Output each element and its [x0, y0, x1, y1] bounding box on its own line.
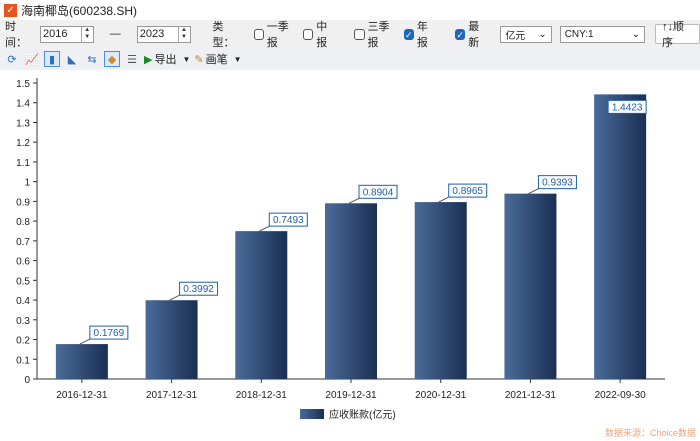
dropdown-arrow-icon[interactable]: ▼: [182, 55, 190, 64]
y-tick-label: 0.9: [16, 197, 30, 208]
y-tick-label: 0.3: [16, 316, 30, 327]
legend-label: 应收账款(亿元): [329, 408, 396, 421]
y-tick-label: 0.1: [16, 355, 30, 366]
checkbox-label: 三季报: [367, 21, 390, 49]
data-label-leader: [348, 197, 360, 204]
bar[interactable]: [325, 203, 377, 379]
spin-buttons[interactable]: ▲ ▼: [177, 26, 190, 42]
export-icon: ▶: [144, 53, 153, 66]
bar-chart-icon[interactable]: ▮: [44, 51, 60, 67]
bar[interactable]: [145, 300, 198, 379]
currency-select[interactable]: CNY:1 ⌄: [559, 25, 645, 43]
x-tick-label: 2016-12-31: [56, 390, 108, 401]
checkbox-box[interactable]: ✓: [455, 28, 466, 40]
data-label-leader: [79, 338, 91, 345]
checkbox-4[interactable]: ✓ 最新: [455, 18, 488, 50]
y-tick-label: 0.7: [16, 237, 30, 248]
bar[interactable]: [594, 94, 647, 379]
data-label: 0.8904: [363, 187, 394, 198]
x-tick-label: 2020-12-31: [415, 390, 467, 401]
y-tick-label: 1.1: [16, 158, 30, 169]
x-tick-label: 2018-12-31: [236, 390, 288, 401]
y-tick-label: 1.3: [16, 118, 30, 129]
range-dash: —: [109, 28, 121, 40]
y-tick-label: 1.4: [16, 99, 30, 110]
pen-button[interactable]: ✎ 画笔 ▼: [194, 51, 241, 67]
unit-value: 亿元: [505, 30, 526, 42]
window-title: 海南椰岛(600238.SH): [21, 3, 138, 18]
watermark: 数据来源：Choice数据: [604, 428, 696, 438]
pencil-icon: ✎: [194, 53, 204, 66]
checkbox-1[interactable]: 中报: [302, 18, 336, 50]
app-logo-icon: ✓: [4, 3, 17, 17]
x-tick-label: 2021-12-31: [505, 390, 557, 401]
area-chart-icon[interactable]: ◣: [64, 51, 80, 67]
checkbox-label: 最新: [468, 21, 480, 49]
checkbox-label: 年报: [416, 21, 428, 49]
filter-bar: 时间： 2016 ▲ ▼ — 2023 ▲ ▼ 类型： 一季报 中报 三季报 ✓ 年报 ✓ 最新 亿…: [0, 18, 700, 50]
list-icon[interactable]: ☰: [124, 51, 140, 67]
bar[interactable]: [414, 202, 467, 379]
y-tick-label: 0.5: [16, 276, 30, 287]
spin-buttons[interactable]: ▲ ▼: [80, 26, 93, 42]
checkbox-label: 中报: [316, 21, 328, 49]
y-tick-label: 0.6: [16, 257, 30, 268]
pen-label: 画笔: [205, 54, 228, 66]
title-bar: ✓ 海南椰岛(600238.SH): [0, 0, 700, 20]
type-label: 类型：: [212, 21, 235, 49]
checkbox-box[interactable]: [302, 28, 314, 40]
data-label: 1.4423: [612, 102, 643, 113]
start-year-spinner[interactable]: 2016 ▲ ▼: [40, 25, 94, 43]
line-chart-icon[interactable]: 📈: [24, 51, 40, 67]
checkbox-3[interactable]: ✓ 年报: [403, 18, 437, 50]
sort-button[interactable]: ↑↓顺序: [654, 21, 700, 49]
x-tick-label: 2017-12-31: [146, 390, 198, 401]
checkbox-2[interactable]: 三季报: [354, 18, 397, 50]
y-tick-label: 0.4: [16, 296, 30, 307]
checkbox-label: 一季报: [266, 21, 289, 49]
y-tick-label: 0.2: [16, 336, 30, 347]
bar-chart: 0 0.1 0.2 0.3 0.4 0.5 0.6 0.7 0.8 0.9 1 1.1 1.2 1.3 1.…: [16, 78, 665, 421]
data-label: 0.9393: [542, 178, 573, 189]
start-year-value[interactable]: 2016: [41, 28, 81, 40]
bar[interactable]: [504, 193, 557, 379]
y-tick-label: 1: [24, 178, 30, 189]
y-tick-label: 1.2: [16, 138, 30, 149]
data-label: 0.8965: [452, 186, 483, 197]
data-label: 0.3992: [183, 284, 214, 295]
data-label-leader: [259, 225, 270, 232]
swap-icon[interactable]: ⇆: [84, 51, 100, 67]
unit-select[interactable]: 亿元 ⌄: [500, 25, 552, 43]
y-tick-label: 1.5: [16, 79, 30, 90]
checkbox-box[interactable]: [354, 28, 365, 40]
checkbox-box[interactable]: ✓: [403, 28, 414, 40]
chart-toolbar: ⟳ 📈 ▮ ◣ ⇆ ◆ ☰ ▶ 导出 ▼ ✎ 画笔 ▼: [0, 48, 700, 70]
currency-value: CNY:1: [564, 28, 594, 40]
tag-icon[interactable]: ◆: [104, 51, 120, 67]
data-label-leader: [438, 196, 449, 203]
time-label: 时间：: [5, 21, 27, 49]
legend-swatch: [300, 409, 324, 419]
dropdown-arrow-icon[interactable]: ▼: [234, 55, 242, 64]
end-year-spinner[interactable]: 2023 ▲ ▼: [136, 25, 191, 43]
data-label: 0.1769: [94, 328, 125, 339]
x-tick-label: 2022-09-30: [595, 390, 647, 401]
data-label: 0.7493: [273, 215, 304, 226]
end-year-value[interactable]: 2023: [138, 28, 178, 40]
y-tick-label: 0: [24, 375, 30, 386]
export-button[interactable]: ▶ 导出 ▼: [144, 51, 190, 67]
checkbox-box[interactable]: [253, 28, 264, 40]
refresh-icon[interactable]: ⟳: [4, 51, 20, 67]
x-tick-label: 2019-12-31: [325, 390, 377, 401]
data-label-leader: [169, 294, 180, 301]
chevron-down-icon: ⌄: [538, 28, 547, 40]
bar[interactable]: [235, 231, 288, 379]
bar[interactable]: [55, 344, 108, 379]
export-label: 导出: [154, 54, 177, 66]
data-label-leader: [528, 188, 539, 195]
chevron-down-icon: ⌄: [631, 28, 640, 40]
y-tick-label: 0.8: [16, 217, 30, 228]
checkbox-0[interactable]: 一季报: [253, 18, 297, 50]
